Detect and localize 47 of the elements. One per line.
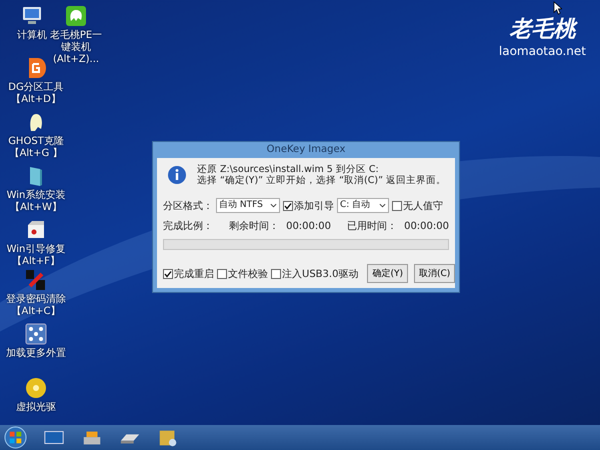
- shortcut-label: 【Alt+G 】: [10, 148, 62, 160]
- unattended-checkbox[interactable]: 无人值守: [392, 198, 443, 212]
- caret-icon: [270, 203, 277, 208]
- desktop-icon-label[interactable]: 加载更多外置: [6, 348, 66, 360]
- desktop-icon-label[interactable]: 虚拟光驱: [16, 402, 56, 414]
- desktop-icon-label[interactable]: DG分区工具: [8, 82, 64, 94]
- logo-url: laomaotao.net: [498, 44, 586, 58]
- message-text: 选择 “确定(Y)” 立即开始，选择 “取消(C)” 返回主界面。: [197, 175, 446, 186]
- start-button[interactable]: [4, 426, 27, 449]
- shortcut-label: 【Alt+C】: [12, 306, 60, 318]
- checkbox-icon[interactable]: [163, 268, 173, 278]
- checkbox-icon[interactable]: [271, 268, 281, 278]
- dialog-button[interactable]: 取消(C): [414, 264, 456, 283]
- window-title: OneKey Imagex: [266, 143, 346, 157]
- grid-icon[interactable]: [24, 322, 48, 346]
- desktop-icon-label[interactable]: 计算机: [17, 30, 47, 42]
- boot-drive-dropdown[interactable]: C: 自动: [337, 198, 389, 213]
- progress-label: 完成比例：: [163, 220, 213, 233]
- mouse-cursor-icon: [553, 1, 562, 15]
- message-text: 还原 Z:\sources\install.wim 5 到分区 C:: [197, 164, 380, 175]
- remaining-time: 00:00:00: [286, 220, 331, 232]
- elapsed-label: 已用时间：: [347, 220, 398, 233]
- disc-icon[interactable]: [24, 376, 48, 400]
- shortcut-label: 【Alt+W】: [10, 202, 62, 214]
- checkbox-icon[interactable]: [283, 200, 293, 210]
- option-checkbox[interactable]: 完成重启: [163, 266, 214, 280]
- desktop-icon-label[interactable]: 老毛桃PE一键装机(Alt+Z)...: [46, 30, 106, 66]
- option-checkbox[interactable]: 注入USB3.0驱动: [271, 266, 358, 280]
- desktop-icon-label[interactable]: 登录密码清除: [6, 294, 66, 306]
- desktop-icon-label[interactable]: Win引导修复: [6, 244, 66, 256]
- caret-icon: [379, 203, 386, 208]
- ghost-face-icon[interactable]: [64, 4, 88, 28]
- dialog-button[interactable]: 确定(Y): [367, 264, 408, 283]
- remaining-label: 剩余时间：: [229, 220, 280, 233]
- format-dropdown[interactable]: 自动 NTFS: [216, 198, 280, 213]
- desktop-icon-label[interactable]: GHOST克隆: [8, 136, 64, 148]
- option-checkbox[interactable]: 文件校验: [217, 266, 268, 280]
- logo-text: 老毛桃: [509, 14, 576, 44]
- shortcut-label: 【Alt+F】: [12, 256, 60, 268]
- info-icon: [167, 165, 187, 185]
- checkbox-icon[interactable]: [392, 200, 402, 210]
- format-label: 分区格式：: [163, 200, 213, 212]
- elapsed-time: 00:00:00: [404, 220, 449, 232]
- desktop-icon-label[interactable]: Win系统安装: [6, 190, 66, 202]
- checkbox-icon[interactable]: [217, 268, 227, 278]
- shortcut-label: 【Alt+D】: [11, 94, 61, 106]
- add-boot-checkbox[interactable]: 添加引导: [283, 198, 334, 212]
